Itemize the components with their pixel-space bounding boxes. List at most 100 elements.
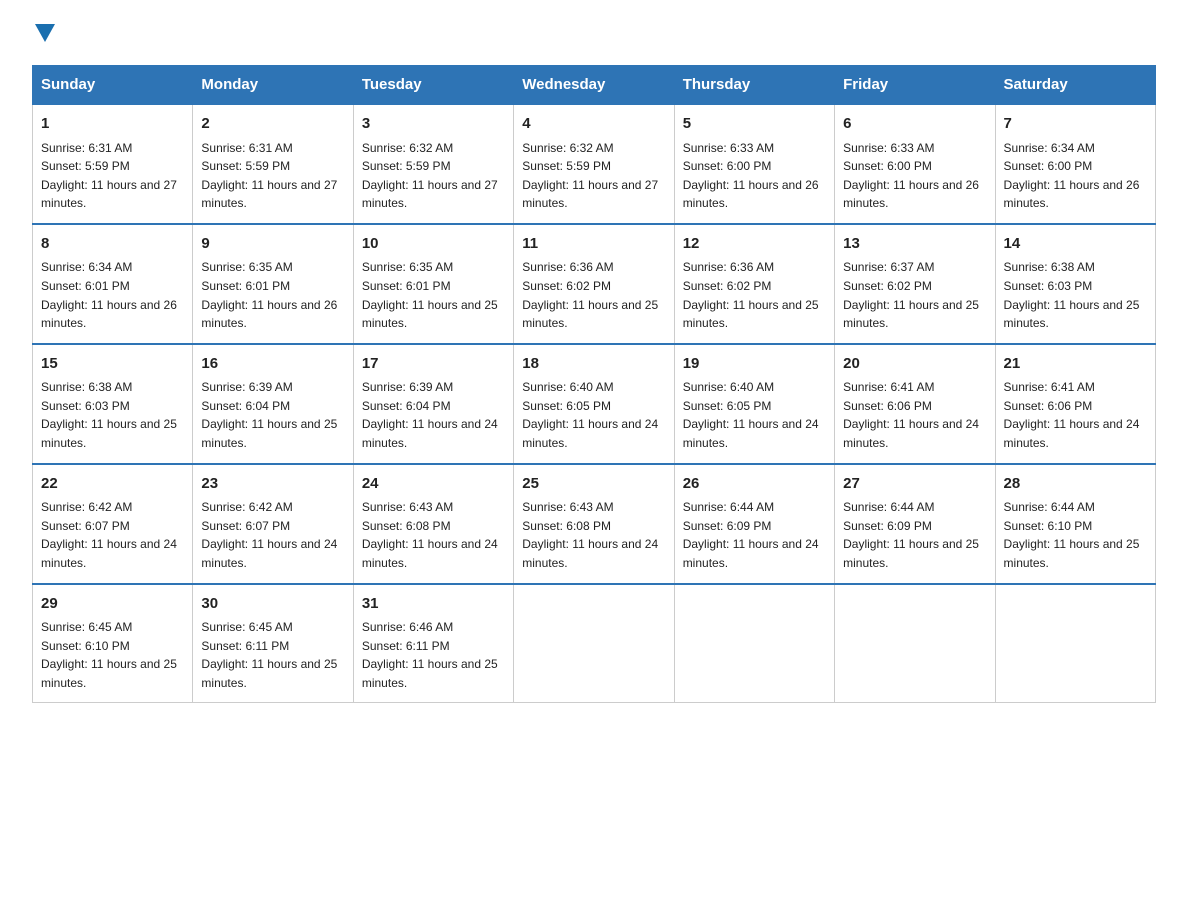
day-sunrise: Sunrise: 6:35 AM <box>201 258 344 277</box>
header-monday: Monday <box>193 66 353 105</box>
day-sunrise: Sunrise: 6:31 AM <box>41 139 184 158</box>
calendar-cell <box>674 584 834 703</box>
day-daylight: Daylight: 11 hours and 24 minutes. <box>201 535 344 572</box>
day-sunrise: Sunrise: 6:40 AM <box>522 378 665 397</box>
logo-triangle-icon <box>35 24 55 42</box>
day-number: 14 <box>1004 233 1147 256</box>
day-number: 27 <box>843 473 986 496</box>
day-sunset: Sunset: 5:59 PM <box>522 157 665 176</box>
day-daylight: Daylight: 11 hours and 25 minutes. <box>522 296 665 333</box>
week-row-1: 1Sunrise: 6:31 AMSunset: 5:59 PMDaylight… <box>33 104 1156 224</box>
day-number: 19 <box>683 353 826 376</box>
day-daylight: Daylight: 11 hours and 24 minutes. <box>362 415 505 452</box>
day-sunset: Sunset: 6:02 PM <box>843 277 986 296</box>
week-row-3: 15Sunrise: 6:38 AMSunset: 6:03 PMDayligh… <box>33 344 1156 464</box>
calendar-cell: 11Sunrise: 6:36 AMSunset: 6:02 PMDayligh… <box>514 224 674 344</box>
calendar-cell: 2Sunrise: 6:31 AMSunset: 5:59 PMDaylight… <box>193 104 353 224</box>
calendar-cell: 25Sunrise: 6:43 AMSunset: 6:08 PMDayligh… <box>514 464 674 584</box>
day-sunrise: Sunrise: 6:38 AM <box>41 378 184 397</box>
calendar-cell: 23Sunrise: 6:42 AMSunset: 6:07 PMDayligh… <box>193 464 353 584</box>
day-number: 3 <box>362 113 505 136</box>
calendar-cell: 29Sunrise: 6:45 AMSunset: 6:10 PMDayligh… <box>33 584 193 703</box>
calendar-cell: 13Sunrise: 6:37 AMSunset: 6:02 PMDayligh… <box>835 224 995 344</box>
header-thursday: Thursday <box>674 66 834 105</box>
day-number: 26 <box>683 473 826 496</box>
calendar-cell <box>995 584 1155 703</box>
day-sunset: Sunset: 6:06 PM <box>843 397 986 416</box>
day-number: 20 <box>843 353 986 376</box>
day-sunset: Sunset: 6:09 PM <box>843 517 986 536</box>
calendar-cell: 24Sunrise: 6:43 AMSunset: 6:08 PMDayligh… <box>353 464 513 584</box>
day-sunset: Sunset: 6:08 PM <box>362 517 505 536</box>
calendar-cell: 28Sunrise: 6:44 AMSunset: 6:10 PMDayligh… <box>995 464 1155 584</box>
calendar-cell: 7Sunrise: 6:34 AMSunset: 6:00 PMDaylight… <box>995 104 1155 224</box>
day-daylight: Daylight: 11 hours and 27 minutes. <box>201 176 344 213</box>
day-sunset: Sunset: 6:10 PM <box>41 637 184 656</box>
calendar-cell: 19Sunrise: 6:40 AMSunset: 6:05 PMDayligh… <box>674 344 834 464</box>
calendar-cell: 20Sunrise: 6:41 AMSunset: 6:06 PMDayligh… <box>835 344 995 464</box>
day-daylight: Daylight: 11 hours and 26 minutes. <box>201 296 344 333</box>
calendar-cell: 27Sunrise: 6:44 AMSunset: 6:09 PMDayligh… <box>835 464 995 584</box>
logo <box>32 24 55 47</box>
day-daylight: Daylight: 11 hours and 25 minutes. <box>843 296 986 333</box>
calendar-cell <box>514 584 674 703</box>
day-number: 30 <box>201 593 344 616</box>
day-sunrise: Sunrise: 6:36 AM <box>522 258 665 277</box>
week-row-5: 29Sunrise: 6:45 AMSunset: 6:10 PMDayligh… <box>33 584 1156 703</box>
calendar-table: SundayMondayTuesdayWednesdayThursdayFrid… <box>32 65 1156 703</box>
header-tuesday: Tuesday <box>353 66 513 105</box>
calendar-cell: 8Sunrise: 6:34 AMSunset: 6:01 PMDaylight… <box>33 224 193 344</box>
calendar-cell: 26Sunrise: 6:44 AMSunset: 6:09 PMDayligh… <box>674 464 834 584</box>
calendar-cell: 31Sunrise: 6:46 AMSunset: 6:11 PMDayligh… <box>353 584 513 703</box>
day-number: 29 <box>41 593 184 616</box>
day-sunset: Sunset: 6:08 PM <box>522 517 665 536</box>
page-header <box>32 24 1156 47</box>
day-sunset: Sunset: 6:09 PM <box>683 517 826 536</box>
day-sunrise: Sunrise: 6:40 AM <box>683 378 826 397</box>
day-number: 7 <box>1004 113 1147 136</box>
day-sunrise: Sunrise: 6:33 AM <box>843 139 986 158</box>
calendar-cell: 12Sunrise: 6:36 AMSunset: 6:02 PMDayligh… <box>674 224 834 344</box>
day-sunrise: Sunrise: 6:32 AM <box>362 139 505 158</box>
day-number: 24 <box>362 473 505 496</box>
day-number: 6 <box>843 113 986 136</box>
calendar-cell: 5Sunrise: 6:33 AMSunset: 6:00 PMDaylight… <box>674 104 834 224</box>
day-sunset: Sunset: 6:07 PM <box>41 517 184 536</box>
day-sunrise: Sunrise: 6:44 AM <box>683 498 826 517</box>
day-sunset: Sunset: 6:05 PM <box>522 397 665 416</box>
day-sunset: Sunset: 6:00 PM <box>683 157 826 176</box>
day-sunset: Sunset: 5:59 PM <box>41 157 184 176</box>
day-number: 2 <box>201 113 344 136</box>
day-sunset: Sunset: 6:05 PM <box>683 397 826 416</box>
calendar-cell: 4Sunrise: 6:32 AMSunset: 5:59 PMDaylight… <box>514 104 674 224</box>
day-daylight: Daylight: 11 hours and 25 minutes. <box>362 296 505 333</box>
day-sunrise: Sunrise: 6:44 AM <box>1004 498 1147 517</box>
day-sunrise: Sunrise: 6:35 AM <box>362 258 505 277</box>
calendar-cell: 22Sunrise: 6:42 AMSunset: 6:07 PMDayligh… <box>33 464 193 584</box>
day-number: 17 <box>362 353 505 376</box>
day-daylight: Daylight: 11 hours and 25 minutes. <box>1004 535 1147 572</box>
day-sunrise: Sunrise: 6:41 AM <box>843 378 986 397</box>
day-number: 21 <box>1004 353 1147 376</box>
day-sunset: Sunset: 5:59 PM <box>362 157 505 176</box>
day-sunrise: Sunrise: 6:45 AM <box>41 618 184 637</box>
day-number: 22 <box>41 473 184 496</box>
day-sunrise: Sunrise: 6:38 AM <box>1004 258 1147 277</box>
day-sunset: Sunset: 6:02 PM <box>522 277 665 296</box>
day-sunrise: Sunrise: 6:43 AM <box>362 498 505 517</box>
day-number: 8 <box>41 233 184 256</box>
day-sunrise: Sunrise: 6:42 AM <box>201 498 344 517</box>
day-number: 16 <box>201 353 344 376</box>
day-sunrise: Sunrise: 6:32 AM <box>522 139 665 158</box>
calendar-cell: 3Sunrise: 6:32 AMSunset: 5:59 PMDaylight… <box>353 104 513 224</box>
day-daylight: Daylight: 11 hours and 25 minutes. <box>201 415 344 452</box>
day-sunset: Sunset: 6:01 PM <box>362 277 505 296</box>
calendar-cell: 16Sunrise: 6:39 AMSunset: 6:04 PMDayligh… <box>193 344 353 464</box>
day-sunset: Sunset: 6:03 PM <box>1004 277 1147 296</box>
day-sunset: Sunset: 6:01 PM <box>201 277 344 296</box>
day-daylight: Daylight: 11 hours and 25 minutes. <box>843 535 986 572</box>
day-number: 9 <box>201 233 344 256</box>
week-row-4: 22Sunrise: 6:42 AMSunset: 6:07 PMDayligh… <box>33 464 1156 584</box>
day-sunrise: Sunrise: 6:39 AM <box>362 378 505 397</box>
day-sunrise: Sunrise: 6:42 AM <box>41 498 184 517</box>
